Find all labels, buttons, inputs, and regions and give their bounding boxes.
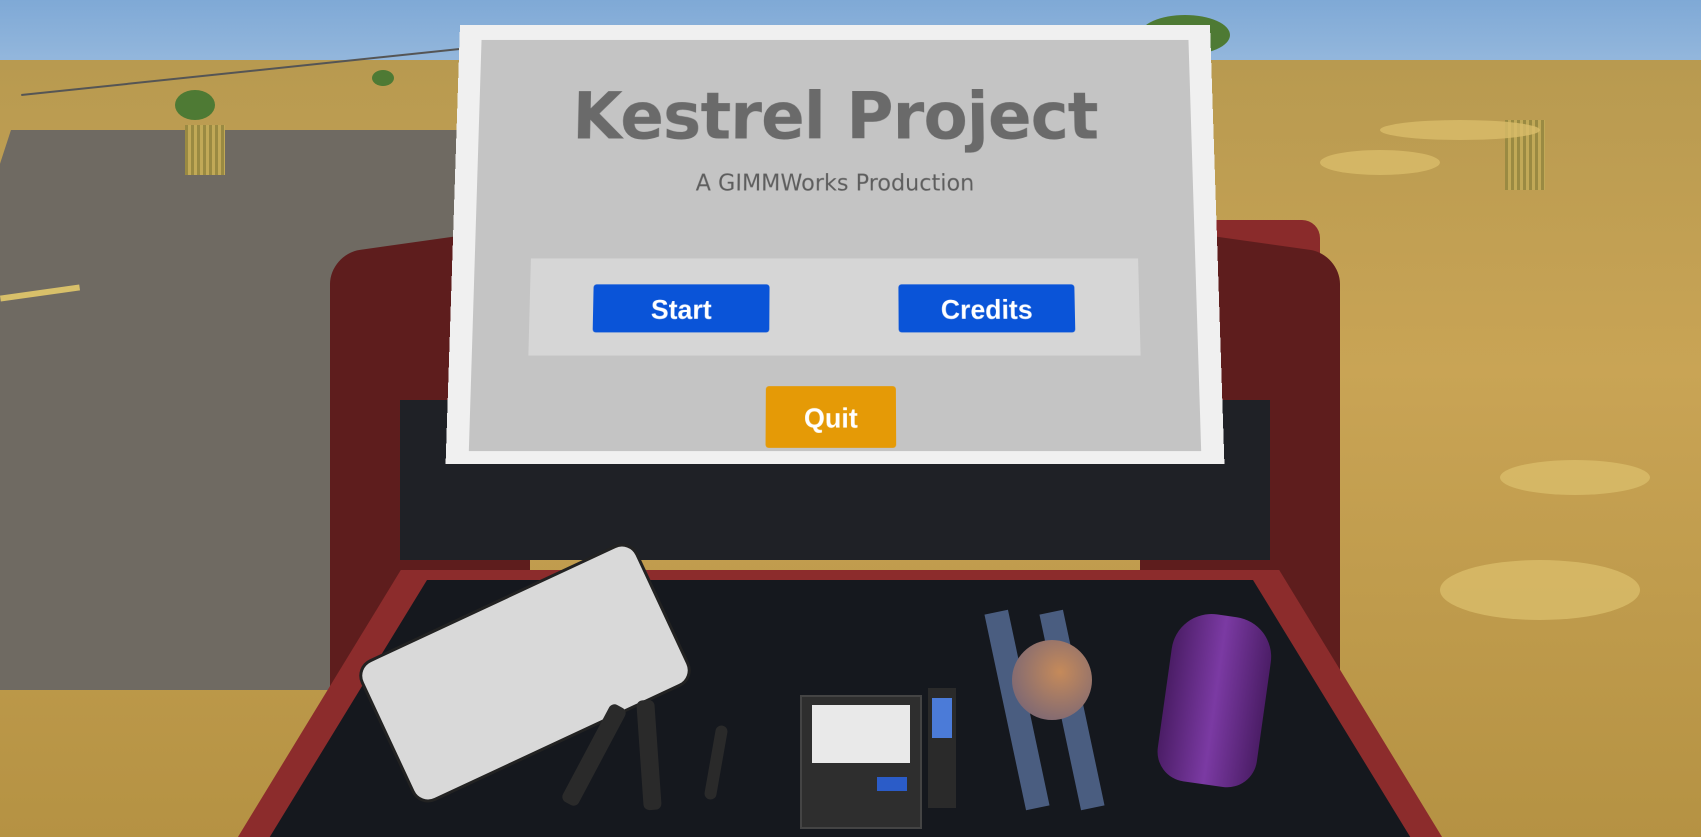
menu-button-row: Start Credits [528,258,1141,356]
main-menu-inner: Kestrel Project A GIMMWorks Production S… [468,39,1202,452]
digital-scale-item[interactable] [800,695,922,829]
caliper-item[interactable] [928,688,956,808]
sand-patch [1440,560,1640,620]
caliper-display [932,698,952,738]
grass-clump [185,125,225,175]
bush [175,90,215,120]
game-subtitle: A GIMMWorks Production [695,171,975,197]
sand-patch [1320,150,1440,175]
main-menu-panel: Kestrel Project A GIMMWorks Production S… [445,25,1225,464]
credits-button[interactable]: Credits [898,284,1076,333]
scale-instructions [812,705,910,763]
bush [372,70,394,86]
sand-patch [1500,460,1650,495]
kestrel-bird[interactable] [1012,640,1092,720]
scale-display [877,777,907,791]
game-scene: Kestrel Project A GIMMWorks Production S… [0,0,1701,837]
quit-button[interactable]: Quit [765,386,897,448]
start-button[interactable]: Start [592,284,770,333]
game-title: Kestrel Project [571,79,1099,155]
sand-patch [1380,120,1540,140]
